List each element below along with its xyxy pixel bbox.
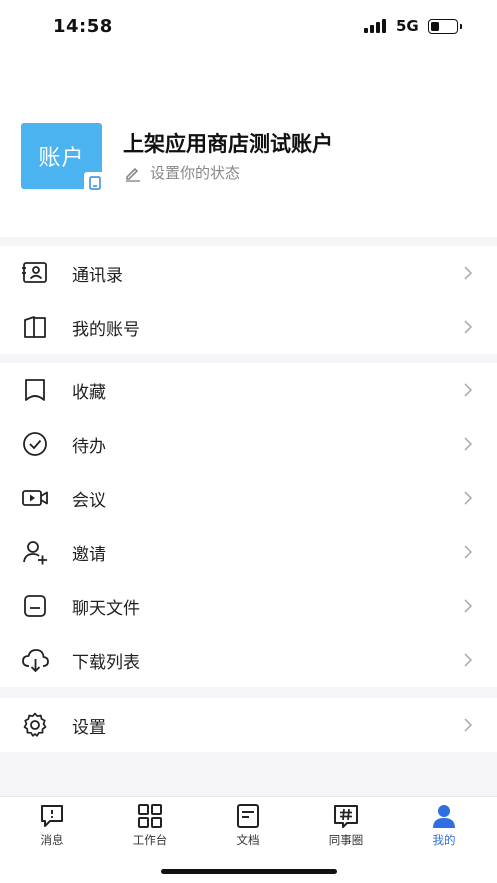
status-bar: 14:58 5G bbox=[0, 0, 497, 54]
chevron-right-icon bbox=[464, 599, 473, 613]
home-indicator[interactable] bbox=[161, 869, 337, 874]
chevron-right-icon bbox=[464, 320, 473, 334]
menu-label: 收藏 bbox=[72, 382, 106, 403]
status-time: 14:58 bbox=[53, 16, 113, 37]
add-user-icon bbox=[23, 541, 47, 565]
person-icon bbox=[433, 805, 455, 828]
menu-item-download-list[interactable]: 下载列表 bbox=[0, 633, 497, 687]
pencil-icon bbox=[126, 167, 140, 182]
chevron-right-icon bbox=[464, 437, 473, 451]
chevron-right-icon bbox=[464, 491, 473, 505]
network-type: 5G bbox=[396, 17, 419, 35]
menu-item-settings[interactable]: 设置 bbox=[0, 698, 497, 752]
contacts-icon bbox=[22, 262, 47, 283]
menu-label: 通讯录 bbox=[72, 265, 123, 286]
menu-group-3: 设置 bbox=[0, 698, 497, 752]
tab-label: 我的 bbox=[432, 833, 456, 847]
tab-documents[interactable]: 文档 bbox=[208, 803, 288, 848]
menu-item-favorites[interactable]: 收藏 bbox=[0, 363, 497, 417]
tab-workbench[interactable]: 工作台 bbox=[110, 803, 190, 848]
chevron-right-icon bbox=[464, 718, 473, 732]
message-icon bbox=[41, 805, 63, 827]
menu-item-contacts[interactable]: 通讯录 bbox=[0, 246, 497, 300]
menu-label: 待办 bbox=[72, 436, 106, 457]
menu-group-2: 收藏 待办 会议 邀请 聊天文件 下载列表 bbox=[0, 363, 497, 687]
gear-icon bbox=[23, 712, 47, 737]
menu-label: 聊天文件 bbox=[72, 598, 140, 619]
tab-messages[interactable]: 消息 bbox=[12, 803, 92, 848]
tab-label: 文档 bbox=[236, 833, 260, 847]
status-placeholder: 设置你的状态 bbox=[150, 164, 241, 182]
bookmark-icon bbox=[25, 379, 45, 401]
account-book-icon bbox=[24, 316, 46, 338]
cloud-download-icon bbox=[22, 649, 49, 673]
document-icon bbox=[237, 804, 259, 828]
menu-label: 下载列表 bbox=[72, 652, 140, 673]
chevron-right-icon bbox=[464, 383, 473, 397]
chevron-right-icon bbox=[464, 545, 473, 559]
signal-icon bbox=[364, 19, 388, 33]
menu-item-meeting[interactable]: 会议 bbox=[0, 471, 497, 525]
hashtag-icon bbox=[334, 805, 358, 828]
tab-label: 同事圈 bbox=[328, 833, 364, 847]
video-icon bbox=[22, 490, 48, 506]
menu-item-chat-files[interactable]: 聊天文件 bbox=[0, 579, 497, 633]
menu-item-invite[interactable]: 邀请 bbox=[0, 525, 497, 579]
battery-icon bbox=[428, 19, 458, 34]
menu-label: 设置 bbox=[72, 717, 106, 738]
tab-label: 工作台 bbox=[132, 833, 168, 847]
menu-item-my-account[interactable]: 我的账号 bbox=[0, 300, 497, 354]
grid-icon bbox=[138, 804, 162, 828]
file-icon bbox=[24, 595, 46, 617]
chevron-right-icon bbox=[464, 266, 473, 280]
qr-badge-icon[interactable] bbox=[84, 172, 105, 193]
menu-label: 会议 bbox=[72, 490, 106, 511]
profile-name[interactable]: 上架应用商店测试账户 bbox=[123, 128, 333, 158]
tab-label: 消息 bbox=[40, 833, 64, 847]
menu-label: 我的账号 bbox=[72, 319, 140, 340]
menu-label: 邀请 bbox=[72, 544, 106, 565]
menu-group-1: 通讯录 我的账号 bbox=[0, 246, 497, 354]
menu-item-todo[interactable]: 待办 bbox=[0, 417, 497, 471]
chevron-right-icon bbox=[464, 653, 473, 667]
set-status-button[interactable]: 设置你的状态 bbox=[124, 162, 240, 183]
tab-me[interactable]: 我的 bbox=[404, 803, 484, 848]
battery-tip bbox=[460, 24, 462, 29]
tab-colleagues[interactable]: 同事圈 bbox=[306, 803, 386, 848]
check-circle-icon bbox=[23, 432, 47, 456]
